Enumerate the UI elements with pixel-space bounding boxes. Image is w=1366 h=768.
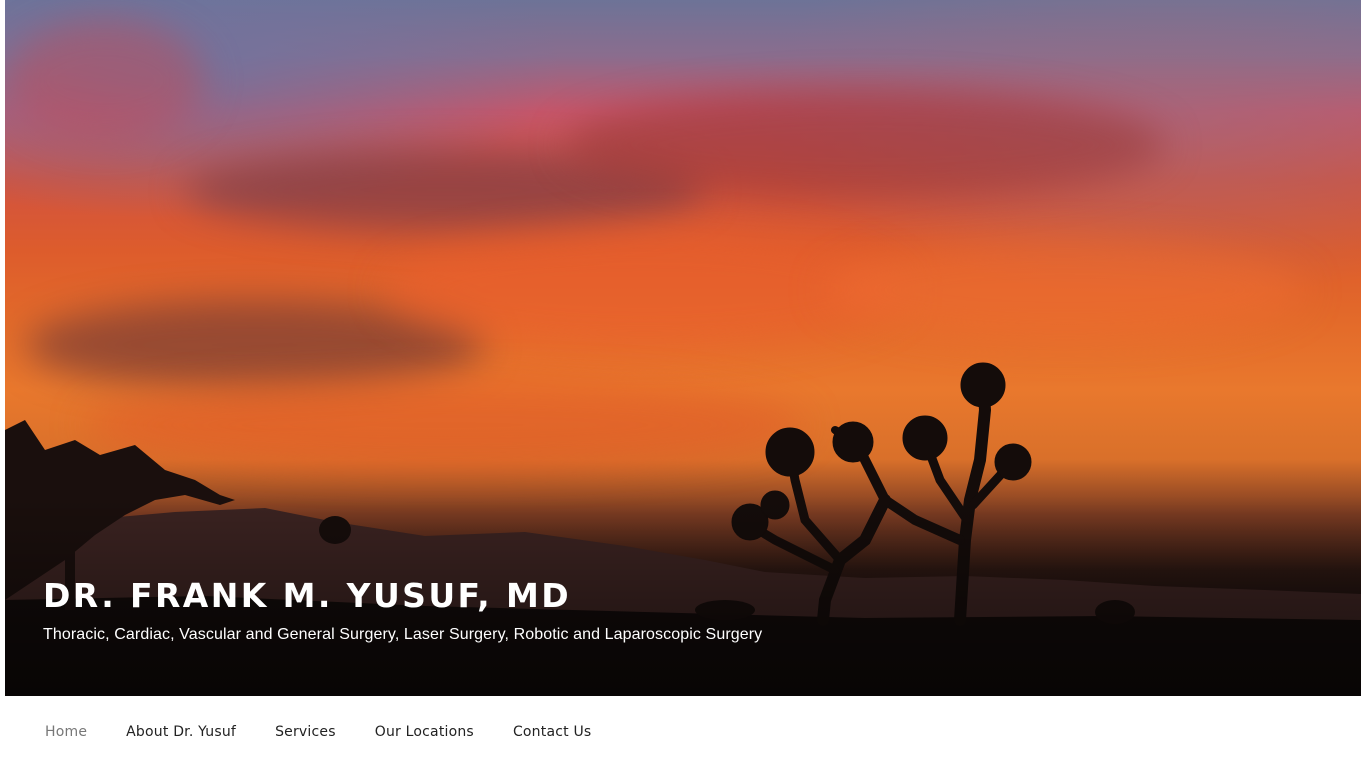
nav-item-about[interactable]: About Dr. Yusuf xyxy=(126,724,236,740)
nav-item-locations[interactable]: Our Locations xyxy=(375,724,474,740)
main-navigation: Home About Dr. Yusuf Services Our Locati… xyxy=(0,696,1366,768)
page: DR. FRANK M. YUSUF, MD Thoracic, Cardiac… xyxy=(0,0,1366,768)
nav-item-home[interactable]: Home xyxy=(45,724,87,740)
site-tagline: Thoracic, Cardiac, Vascular and General … xyxy=(43,626,763,643)
site-title: DR. FRANK M. YUSUF, MD xyxy=(43,576,572,615)
nav-item-contact[interactable]: Contact Us xyxy=(513,724,591,740)
nav-item-services[interactable]: Services xyxy=(275,724,336,740)
